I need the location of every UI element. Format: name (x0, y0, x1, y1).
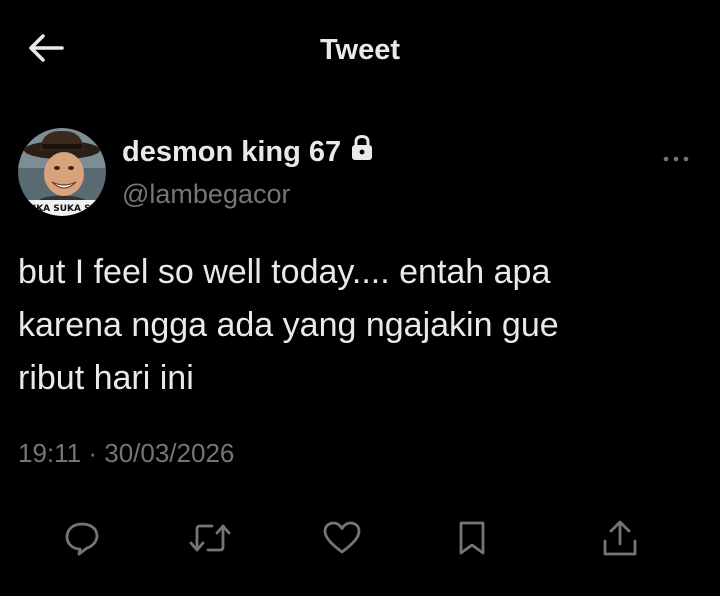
share-icon (602, 519, 638, 562)
display-name[interactable]: desmon king 67 (122, 136, 341, 169)
lock-icon (351, 134, 373, 166)
user-handle[interactable]: @lambegacor (122, 179, 373, 210)
more-options-button[interactable] (658, 148, 694, 168)
tweet-author: SUKA SUKA SA desmon king 67 @lambegacor (18, 128, 708, 218)
like-button[interactable] (320, 518, 364, 562)
heart-icon (323, 521, 361, 560)
share-button[interactable] (598, 518, 642, 562)
bookmark-icon (457, 520, 487, 561)
top-bar: Tweet (0, 0, 720, 100)
tweet-text: but I feel so well today.... entah apa k… (18, 253, 559, 397)
tweet-timestamp[interactable]: 19:11 · 30/03/2026 (18, 438, 234, 469)
avatar-caption: SUKA SUKA SA (22, 204, 97, 214)
ellipsis-icon (663, 149, 689, 167)
reply-icon (64, 520, 100, 561)
reply-button[interactable] (60, 518, 104, 562)
retweet-icon (188, 520, 232, 561)
avatar[interactable]: SUKA SUKA SA (18, 128, 106, 216)
author-names: desmon king 67 @lambegacor (122, 134, 373, 210)
retweet-button[interactable] (188, 518, 232, 562)
bookmark-button[interactable] (450, 518, 494, 562)
page-title: Tweet (319, 34, 401, 66)
tweet-actions (0, 512, 720, 568)
